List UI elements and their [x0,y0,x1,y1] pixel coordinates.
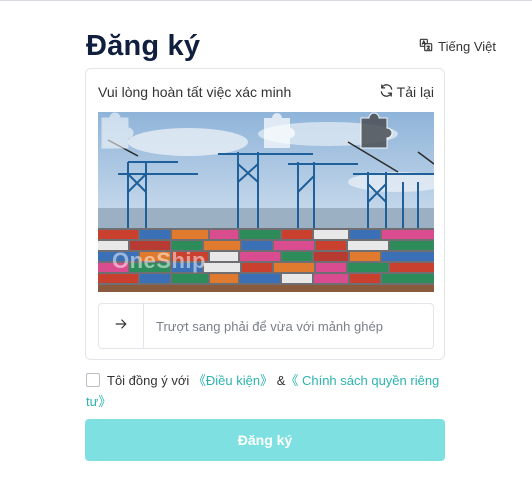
reload-button[interactable]: Tải lại [379,83,434,101]
agree-checkbox[interactable] [86,373,100,387]
captcha-prompt: Vui lòng hoàn tất việc xác minh [98,84,292,100]
language-label: Tiếng Việt [438,39,496,54]
slider-hint: Trượt sang phải để vừa với mảnh ghép [156,318,383,334]
arrow-right-icon [114,317,128,336]
agreement-row: Tôi đồng ý với 《Điều kiện》 &《 Chính sách… [86,370,446,412]
register-button[interactable]: Đăng ký [85,419,445,461]
page-title: Đăng ký [86,30,201,62]
top-divider [0,0,532,1]
captcha-card: Vui lòng hoàn tất việc xác minh Tải lại [85,68,445,360]
agreement-prefix: Tôi đồng ý với [107,373,190,388]
slider-handle[interactable] [99,304,144,348]
translate-icon [419,38,433,55]
puzzle-slider-track[interactable]: Trượt sang phải để vừa với mảnh ghép [98,303,434,349]
terms-link[interactable]: 《Điều kiện》 [193,373,273,388]
refresh-icon [379,83,394,101]
captcha-header: Vui lòng hoàn tất việc xác minh Tải lại [98,83,434,101]
image-watermark: OneShip [112,248,206,273]
captcha-puzzle-image: OneShip [98,112,434,292]
language-switcher[interactable]: Tiếng Việt [419,38,496,55]
reload-label: Tải lại [396,84,434,100]
